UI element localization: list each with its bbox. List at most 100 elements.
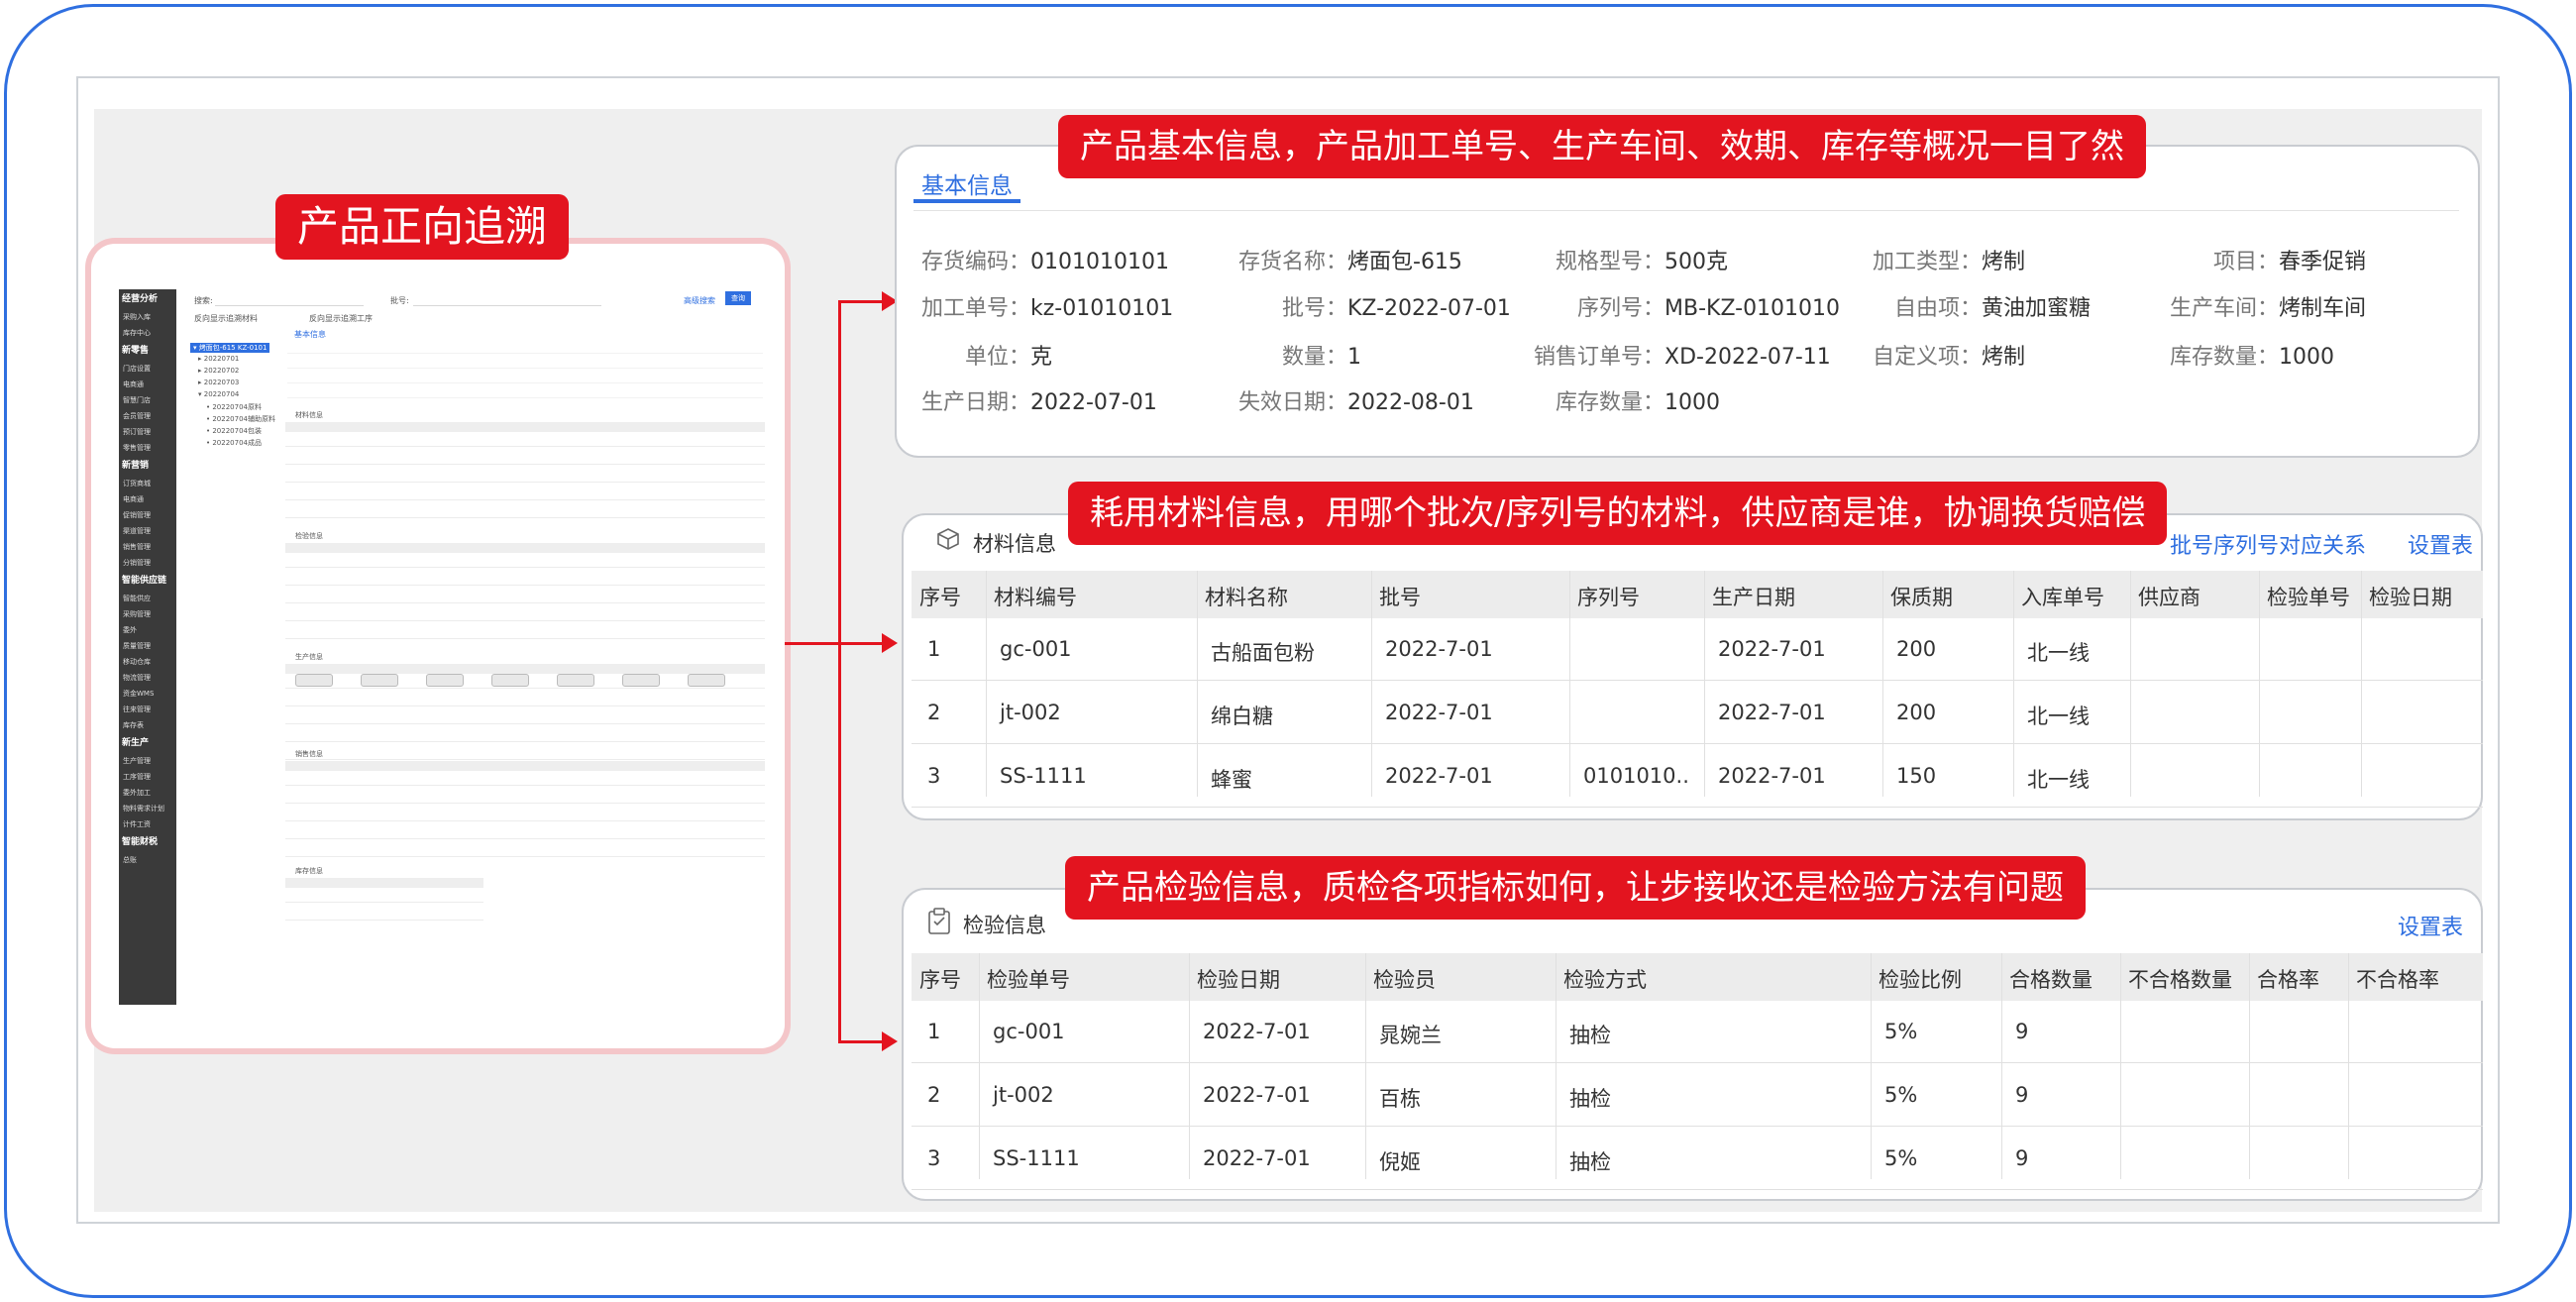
mini-tree-node[interactable]: ▾ 烤面包-615 KZ-0101 — [190, 343, 270, 353]
mini-section-header — [285, 543, 765, 553]
mini-sidebar-item[interactable]: 渠道管理 — [119, 523, 176, 539]
inspection-col-header[interactable]: 检验员 — [1373, 964, 1436, 994]
mini-sidebar-item[interactable]: 智能财税 — [119, 832, 176, 852]
mini-sidebar-item[interactable]: 门店设置 — [119, 361, 176, 377]
mini-tree-node[interactable]: ▸ 20220702 — [198, 367, 239, 375]
materials-col-header[interactable]: 供应商 — [2138, 582, 2200, 611]
field-label: 自由项： — [1893, 296, 1982, 321]
inspection-col-header[interactable]: 合格数量 — [2009, 964, 2093, 994]
materials-cell: 200 — [1896, 701, 1937, 724]
mini-search-field[interactable] — [215, 305, 364, 306]
inspection-col-header[interactable]: 不合格数量 — [2128, 964, 2232, 994]
mini-query-button[interactable]: 查询 — [725, 291, 751, 305]
mini-sidebar-item[interactable]: 新营销 — [119, 456, 176, 476]
inspection-col-header[interactable]: 检验日期 — [1197, 964, 1280, 994]
column-divider — [1704, 571, 1705, 797]
mini-option-materials[interactable]: 反向显示追溯材料 — [194, 313, 258, 324]
field-value: 1000 — [1664, 390, 1720, 415]
tab-basic-info[interactable]: 基本信息 — [921, 166, 1013, 200]
column-divider — [1569, 571, 1570, 797]
mini-sidebar-item[interactable]: 订货商城 — [119, 476, 176, 491]
mini-sidebar-item[interactable]: 促销管理 — [119, 507, 176, 523]
mini-sidebar-item[interactable]: 采购入库 — [119, 309, 176, 325]
mini-sidebar-item[interactable]: 电商通 — [119, 377, 176, 392]
mini-sidebar-item[interactable]: 计件工资 — [119, 816, 176, 832]
inspection-settings-link[interactable]: 设置表 — [2398, 910, 2463, 941]
mini-sidebar-item[interactable]: 新零售 — [119, 341, 176, 361]
mini-tree-node[interactable]: • 20220704辅助原料 — [206, 414, 275, 424]
mini-sidebar-item[interactable]: 会员管理 — [119, 408, 176, 424]
mini-tree-node[interactable]: • 20220704原料 — [206, 402, 262, 412]
mini-sidebar-item[interactable]: 分销管理 — [119, 555, 176, 571]
materials-col-header[interactable]: 检验单号 — [2267, 582, 2350, 611]
materials-col-header[interactable]: 序列号 — [1577, 582, 1640, 611]
mini-section-title: 销售信息 — [295, 750, 323, 758]
inspection-cell: 抽检 — [1569, 1024, 1611, 1047]
mini-sidebar-item[interactable]: 工序管理 — [119, 769, 176, 785]
mini-sidebar-item[interactable]: 新生产 — [119, 733, 176, 753]
mini-tree-node[interactable]: ▸ 20220701 — [198, 355, 239, 363]
mini-flow-step — [361, 674, 398, 687]
mini-sidebar-item[interactable]: 资金WMS — [119, 686, 176, 702]
materials-col-header[interactable]: 检验日期 — [2369, 582, 2452, 611]
mini-sidebar-item[interactable]: 物流管理 — [119, 670, 176, 686]
inspection-col-header[interactable]: 序号 — [919, 964, 961, 994]
mini-sidebar-item[interactable]: 预订管理 — [119, 424, 176, 440]
mini-sidebar-item[interactable]: 委外加工 — [119, 785, 176, 801]
mini-tree-node[interactable]: ▸ 20220703 — [198, 379, 239, 386]
materials-col-header[interactable]: 序号 — [919, 582, 961, 611]
mini-sidebar-item[interactable]: 经营分析 — [119, 289, 176, 309]
materials-col-header[interactable]: 生产日期 — [1712, 582, 1795, 611]
mini-batch-field[interactable] — [413, 305, 601, 306]
mini-tree-node[interactable]: • 20220704成品 — [206, 438, 262, 448]
materials-col-header[interactable]: 入库单号 — [2021, 582, 2104, 611]
mini-sidebar-item[interactable]: 总账 — [119, 852, 176, 868]
inspection-col-header[interactable]: 检验方式 — [1563, 964, 1647, 994]
field-value: 烤制车间 — [2279, 296, 2367, 321]
mini-sidebar-item[interactable]: 智能供应链 — [119, 571, 176, 591]
mini-sidebar-item[interactable]: 往来管理 — [119, 702, 176, 717]
inspection-cell: 2 — [927, 1083, 941, 1107]
basic-rule — [913, 210, 2459, 211]
mini-table-row — [285, 446, 765, 447]
materials-cell: 1 — [927, 637, 941, 661]
mini-tab-basic[interactable]: 基本信息 — [294, 329, 326, 340]
mini-sidebar-item[interactable]: 库存中心 — [119, 325, 176, 341]
mini-sidebar-item[interactable]: 零售管理 — [119, 440, 176, 456]
field-value: 烤制 — [1982, 345, 2026, 370]
mini-sidebar-item[interactable]: 移动仓库 — [119, 654, 176, 670]
materials-col-header[interactable]: 批号 — [1379, 582, 1421, 611]
mini-search-label: 搜索: — [194, 296, 213, 305]
inspection-col-header[interactable]: 检验比例 — [1878, 964, 1962, 994]
mini-sidebar-item[interactable]: 生产管理 — [119, 753, 176, 769]
materials-col-header[interactable]: 材料名称 — [1205, 582, 1288, 611]
materials-col-header[interactable]: 材料编号 — [994, 582, 1077, 611]
batch-serial-link[interactable]: 批号序列号对应关系 — [2170, 528, 2366, 560]
mini-more-link[interactable]: 高级搜索 — [684, 295, 715, 306]
materials-cell: 2022-7-01 — [1718, 637, 1826, 661]
mini-sidebar-item[interactable]: 电商通 — [119, 491, 176, 507]
mini-sidebar-item[interactable]: 物料需求计划 — [119, 801, 176, 816]
inspection-col-header[interactable]: 检验单号 — [987, 964, 1070, 994]
inspection-col-header[interactable]: 不合格率 — [2356, 964, 2439, 994]
mini-option-process[interactable]: 反向显示追溯工序 — [309, 313, 373, 324]
mini-tree-node[interactable]: ▾ 20220704 — [198, 390, 239, 398]
column-divider — [1882, 571, 1883, 797]
mini-table-row — [285, 723, 765, 724]
materials-settings-link[interactable]: 设置表 — [2408, 528, 2473, 560]
mini-sidebar-item[interactable]: 智能供应 — [119, 591, 176, 606]
mini-sidebar-item[interactable]: 委外 — [119, 622, 176, 638]
mini-sidebar-item[interactable]: 智慧门店 — [119, 392, 176, 408]
field-label: 项目： — [2212, 250, 2279, 274]
mini-tree-node[interactable]: • 20220704包装 — [206, 426, 262, 436]
mini-sidebar-item[interactable]: 质量管理 — [119, 638, 176, 654]
mini-sidebar-item[interactable]: 销售管理 — [119, 539, 176, 555]
inspection-cell: 倪姬 — [1379, 1150, 1421, 1174]
column-divider — [2001, 953, 2002, 1179]
column-divider — [2249, 953, 2250, 1179]
field-label: 单位： — [964, 345, 1030, 370]
mini-sidebar-item[interactable]: 库存表 — [119, 717, 176, 733]
inspection-col-header[interactable]: 合格率 — [2257, 964, 2319, 994]
materials-col-header[interactable]: 保质期 — [1890, 582, 1953, 611]
mini-sidebar-item[interactable]: 采购管理 — [119, 606, 176, 622]
